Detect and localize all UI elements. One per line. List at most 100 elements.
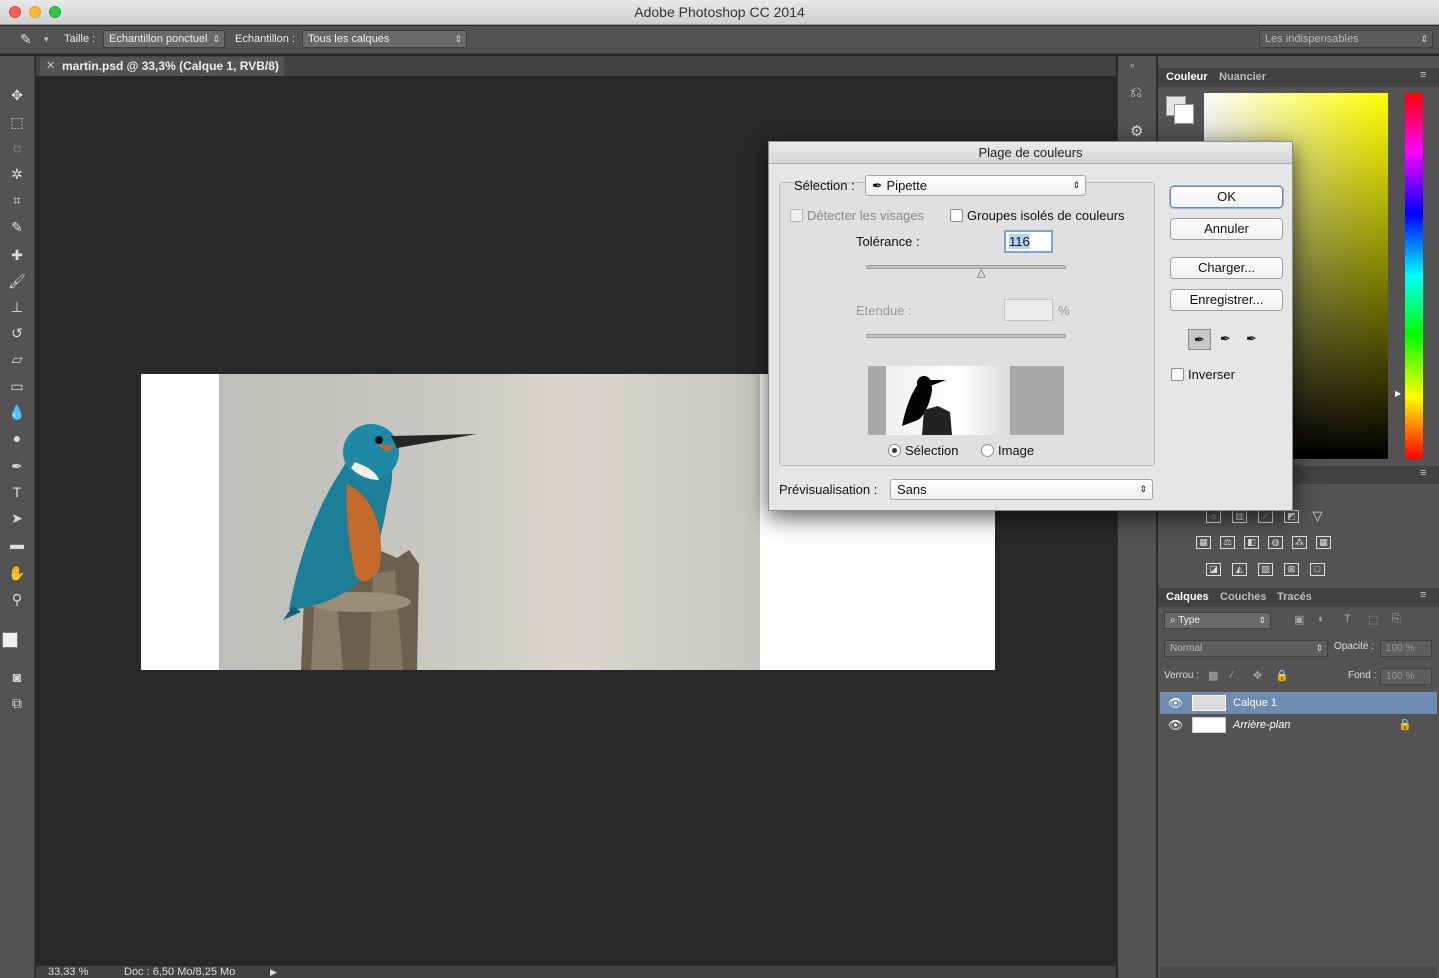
tolerance-slider[interactable] xyxy=(866,265,1066,269)
tab-paths[interactable]: Tracés xyxy=(1277,591,1312,603)
color-lookup-icon[interactable]: ▦ xyxy=(1316,536,1331,549)
foreground-color-swatch[interactable] xyxy=(2,632,18,648)
layer-row-background[interactable]: 👁 Arrière-plan 🔒 xyxy=(1160,714,1437,736)
pen-tool-icon[interactable]: ✒ xyxy=(6,455,28,477)
move-tool-icon[interactable]: ✥ xyxy=(6,84,28,106)
crop-tool-icon[interactable]: ⌗ xyxy=(6,189,28,211)
tolerance-input[interactable]: 116 xyxy=(1004,230,1053,253)
eraser-tool-icon[interactable]: ▱ xyxy=(6,348,28,370)
load-button[interactable]: Charger... xyxy=(1170,257,1283,279)
filter-type-icon[interactable]: T xyxy=(1344,613,1351,625)
exposure-icon[interactable]: ◩ xyxy=(1284,510,1299,523)
channel-mixer-icon[interactable]: ⁂ xyxy=(1292,536,1307,549)
zoom-tool-icon[interactable]: ⚲ xyxy=(6,588,28,610)
hue-slider-marker-icon[interactable]: ▶ xyxy=(1395,389,1401,398)
close-tab-icon[interactable]: ✕ xyxy=(46,57,55,76)
size-select[interactable]: Echantillon ponctuel ⇕ xyxy=(103,30,225,48)
sample-select[interactable]: Tous les calques ⇕ xyxy=(302,30,467,48)
gradient-tool-icon[interactable]: ▭ xyxy=(6,375,28,397)
clone-stamp-tool-icon[interactable]: ⊥ xyxy=(6,296,28,318)
gradient-map-icon[interactable]: ⊠ xyxy=(1284,563,1299,576)
type-tool-icon[interactable]: T xyxy=(6,481,28,503)
range-slider[interactable] xyxy=(866,334,1066,338)
vibrance-icon[interactable]: ▽ xyxy=(1310,509,1325,523)
brush-tool-icon[interactable]: 🖌 xyxy=(6,270,28,292)
blur-tool-icon[interactable]: 💧 xyxy=(6,401,28,423)
selective-color-icon[interactable]: □ xyxy=(1310,563,1325,576)
hue-saturation-icon[interactable]: ▦ xyxy=(1196,536,1211,549)
lock-all-icon[interactable]: 🔒 xyxy=(1275,669,1289,682)
visibility-eye-icon[interactable]: 👁 xyxy=(1168,692,1183,714)
preview-image-radio[interactable] xyxy=(981,444,994,457)
lock-transparency-icon[interactable]: ▩ xyxy=(1208,669,1218,682)
properties-panel-icon[interactable]: ⚙ xyxy=(1130,122,1143,140)
healing-brush-tool-icon[interactable]: ✚ xyxy=(6,244,28,266)
eyedropper-tool-icon[interactable]: ✎ xyxy=(6,216,28,238)
rectangle-tool-icon[interactable]: ▬ xyxy=(6,533,28,555)
selection-select[interactable]: ✒ Pipette ⇕ xyxy=(865,175,1086,196)
kingfisher-photo[interactable] xyxy=(219,374,760,670)
filter-pixel-icon[interactable]: ▣ xyxy=(1294,613,1304,626)
cancel-button[interactable]: Annuler xyxy=(1170,218,1283,240)
lasso-tool-icon[interactable]: ◌ xyxy=(6,137,28,159)
marquee-tool-icon[interactable]: ⬚ xyxy=(6,111,28,133)
panel-menu-icon[interactable]: ≡ xyxy=(1420,589,1426,601)
localized-clusters-checkbox[interactable] xyxy=(950,209,963,222)
subtract-from-sample-icon[interactable]: ✒ xyxy=(1240,329,1263,350)
color-panel-background-swatch[interactable] xyxy=(1174,104,1194,124)
hue-slider[interactable] xyxy=(1405,93,1423,459)
eyedropper-tool-icon[interactable]: ✎ xyxy=(20,31,32,48)
collapse-panels-icon[interactable]: « xyxy=(1130,60,1135,70)
filter-smart-object-icon[interactable]: ⎘ xyxy=(1392,613,1401,626)
preview-selection-radio[interactable] xyxy=(888,444,901,457)
panel-menu-icon[interactable]: ≡ xyxy=(1420,69,1426,81)
threshold-icon[interactable]: ▨ xyxy=(1258,563,1273,576)
history-brush-tool-icon[interactable]: ↺ xyxy=(6,322,28,344)
hand-tool-icon[interactable]: ✋ xyxy=(6,562,28,584)
posterize-icon[interactable]: ◭ xyxy=(1232,563,1247,576)
curves-icon[interactable]: ⟋ xyxy=(1258,510,1273,523)
eyedropper-icon[interactable]: ✒ xyxy=(1188,329,1211,350)
range-input[interactable] xyxy=(1004,299,1053,321)
tab-color[interactable]: Couleur xyxy=(1166,71,1208,83)
close-window-button[interactable] xyxy=(9,6,21,18)
layer-row-calque-1[interactable]: 👁 Calque 1 xyxy=(1160,692,1437,714)
add-to-sample-icon[interactable]: ✒ xyxy=(1214,329,1237,350)
black-white-icon[interactable]: ◧ xyxy=(1244,536,1259,549)
zoom-readout[interactable]: 33,33 % xyxy=(48,966,88,978)
ok-button[interactable]: OK xyxy=(1170,186,1283,208)
zoom-window-button[interactable] xyxy=(49,6,61,18)
history-panel-icon[interactable]: ⎌ xyxy=(1130,84,1142,101)
tool-preset-chevron-icon[interactable]: ▾ xyxy=(44,34,49,45)
document-tab[interactable]: ✕ martin.psd @ 33,3% (Calque 1, RVB/8) xyxy=(40,57,284,76)
tab-swatches[interactable]: Nuancier xyxy=(1219,71,1266,83)
opacity-field[interactable]: 100 % xyxy=(1380,640,1432,657)
panel-menu-icon[interactable]: ≡ xyxy=(1420,467,1426,479)
workspace-select[interactable]: Les indispensables ⇕ xyxy=(1259,30,1433,48)
lock-pixels-icon[interactable]: ⁄ xyxy=(1231,669,1233,681)
filter-adjustment-icon[interactable]: ◐ xyxy=(1318,613,1325,625)
brightness-contrast-icon[interactable]: ☼ xyxy=(1206,510,1221,523)
blend-mode-select[interactable]: Normal ⇕ xyxy=(1164,640,1328,657)
fill-field[interactable]: 100 % xyxy=(1380,668,1432,685)
layer-name[interactable]: Calque 1 xyxy=(1233,692,1277,714)
preview-select[interactable]: Sans ⇕ xyxy=(890,479,1153,500)
magic-wand-tool-icon[interactable]: ✲ xyxy=(6,163,28,185)
color-balance-icon[interactable]: ⚖ xyxy=(1220,536,1235,549)
status-menu-arrow-icon[interactable]: ▶ xyxy=(270,966,277,978)
save-button[interactable]: Enregistrer... xyxy=(1170,289,1283,311)
detect-faces-checkbox[interactable] xyxy=(790,209,803,222)
tab-channels[interactable]: Couches xyxy=(1220,591,1266,603)
tolerance-slider-thumb-icon[interactable]: △ xyxy=(977,266,985,279)
photo-filter-icon[interactable]: ◍ xyxy=(1268,536,1283,549)
invert-checkbox[interactable] xyxy=(1171,368,1184,381)
tab-layers[interactable]: Calques xyxy=(1166,591,1209,603)
filter-shape-icon[interactable]: ⬚ xyxy=(1368,613,1378,626)
invert-adjust-icon[interactable]: ◪ xyxy=(1206,563,1221,576)
path-selection-tool-icon[interactable]: ➤ xyxy=(6,507,28,529)
lock-position-icon[interactable]: ✥ xyxy=(1253,669,1262,682)
screen-mode-icon[interactable]: ⧉ xyxy=(6,692,28,714)
quick-mask-icon[interactable]: ◙ xyxy=(6,666,28,688)
dodge-tool-icon[interactable]: ● xyxy=(6,427,28,449)
minimize-window-button[interactable] xyxy=(29,6,41,18)
